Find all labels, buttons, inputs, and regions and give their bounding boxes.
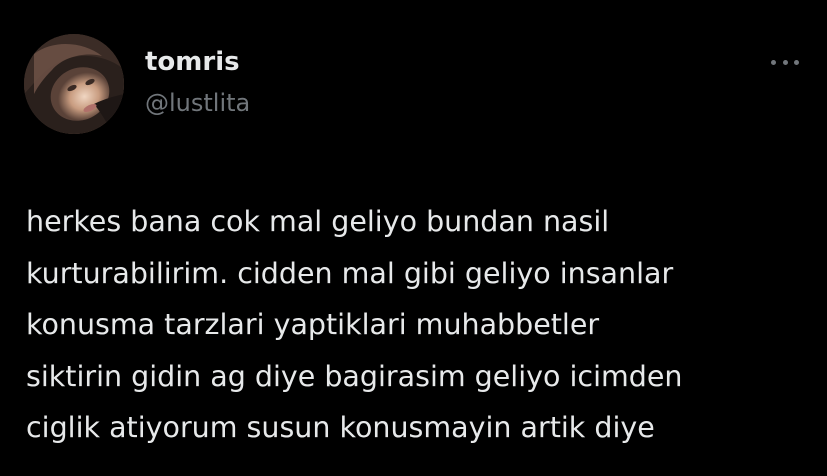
more-horizontal-icon <box>771 59 799 65</box>
more-options-button[interactable] <box>765 50 805 74</box>
tweet-text-line: konusma tarzlari yaptiklari muhabbetler <box>26 308 600 341</box>
dot <box>782 59 788 65</box>
avatar[interactable] <box>24 34 124 134</box>
author-display-name[interactable]: tomris <box>145 46 240 78</box>
tweet-text-line: kurturabilirim. cidden mal gibi geliyo i… <box>26 256 674 290</box>
tweet-text-line: herkes bana cok mal geliyo bundan nasil <box>26 205 610 238</box>
tweet-text-line: ciglik atiyorum susun konusmayin artik d… <box>26 411 655 444</box>
tweet-text: herkes bana cok mal geliyo bundan nasil … <box>26 196 816 454</box>
dot <box>771 59 776 65</box>
profile-photo-icon <box>24 34 124 134</box>
tweet-card: tomris @lustlita herkes bana cok mal gel… <box>0 0 827 476</box>
author-handle[interactable]: @lustlita <box>145 88 250 118</box>
dot <box>794 59 799 65</box>
tweet-text-line: siktirin gidin ag diye bagirasim geliyo … <box>26 359 683 393</box>
